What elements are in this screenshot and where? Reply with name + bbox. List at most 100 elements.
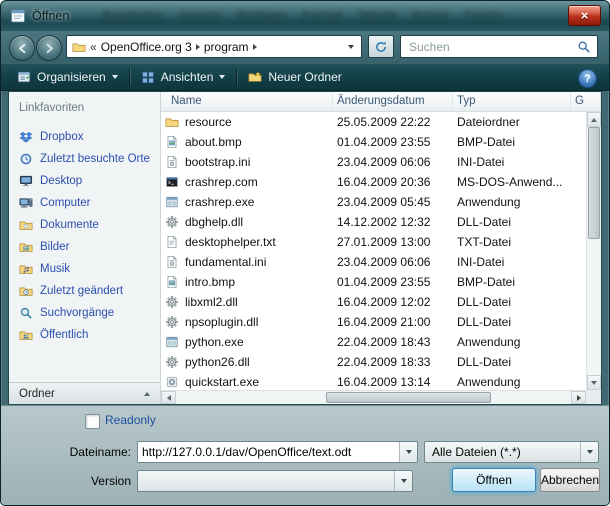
- sidebar-item[interactable]: Desktop: [9, 170, 160, 192]
- file-row[interactable]: python.exe 22.04.2009 18:43 Anwendung: [161, 332, 586, 352]
- views-icon: [141, 70, 155, 84]
- open-button[interactable]: Öffnen: [452, 468, 536, 492]
- glass-word: Extras: [413, 9, 448, 25]
- file-row[interactable]: quickstart.exe 16.04.2009 13:14 Anwendun…: [161, 372, 586, 390]
- views-button[interactable]: Ansichten: [133, 66, 234, 88]
- breadcrumb-separator-icon[interactable]: [196, 44, 200, 50]
- new-folder-button[interactable]: Neuer Ordner: [240, 66, 349, 88]
- back-button[interactable]: [9, 35, 35, 61]
- readonly-checkbox[interactable]: [85, 414, 100, 429]
- sidebar-item[interactable]: Bilder: [9, 236, 160, 258]
- file-row[interactable]: resource 25.05.2009 22:22 Dateiordner: [161, 112, 586, 132]
- breadcrumb-separator-icon[interactable]: [253, 44, 257, 50]
- filename-combobox[interactable]: [137, 441, 418, 463]
- column-header-size[interactable]: G: [571, 92, 601, 111]
- favorites-header: Linkfavoriten: [19, 102, 84, 114]
- refresh-button[interactable]: [368, 35, 394, 58]
- file-name: quickstart.exe: [185, 375, 259, 389]
- file-row[interactable]: bootstrap.ini 23.04.2009 06:06 INI-Datei: [161, 152, 586, 172]
- search-box[interactable]: [400, 35, 598, 58]
- filetype-dropdown[interactable]: Alle Dateien (*.*): [424, 441, 599, 463]
- forward-button[interactable]: [36, 35, 62, 61]
- scroll-right-button[interactable]: [571, 391, 586, 404]
- sidebar-item[interactable]: Dropbox: [9, 126, 160, 148]
- dropbox-icon: [19, 130, 33, 144]
- version-dropdown-button[interactable]: [394, 471, 412, 491]
- msdos-icon: [165, 175, 179, 189]
- file-name: about.bmp: [185, 135, 242, 149]
- filetype-dropdown-button[interactable]: [580, 442, 598, 462]
- file-type: DLL-Datei: [453, 355, 571, 369]
- sidebar-item[interactable]: Computer: [9, 192, 160, 214]
- public-icon: [19, 328, 33, 342]
- breadcrumb-item-openoffice[interactable]: OpenOffice.org 3: [101, 40, 192, 54]
- file-row[interactable]: libxml2.dll 16.04.2009 12:02 DLL-Datei: [161, 292, 586, 312]
- recent-changes-icon: [19, 284, 33, 298]
- file-type: DLL-Datei: [453, 215, 571, 229]
- scroll-left-button[interactable]: [161, 391, 176, 404]
- dll-icon: [165, 315, 179, 329]
- file-type: Anwendung: [453, 335, 571, 349]
- breadcrumb[interactable]: « OpenOffice.org 3 program: [66, 35, 362, 58]
- vertical-scrollbar[interactable]: [586, 112, 601, 390]
- breadcrumb-item-program[interactable]: program: [204, 40, 249, 54]
- new-folder-label: Neuer Ordner: [268, 70, 341, 84]
- filename-dropdown-button[interactable]: [399, 442, 417, 462]
- file-row[interactable]: npsoplugin.dll 16.04.2009 21:00 DLL-Date…: [161, 312, 586, 332]
- sidebar-item-label: Computer: [40, 197, 91, 209]
- folders-bar[interactable]: Ordner: [9, 382, 160, 404]
- sidebar-item[interactable]: Musik: [9, 258, 160, 280]
- readonly-label[interactable]: Readonly: [105, 413, 156, 427]
- search-input[interactable]: [407, 39, 577, 55]
- file-row[interactable]: crashrep.com 16.04.2009 20:36 MS-DOS-Anw…: [161, 172, 586, 192]
- filename-input[interactable]: [138, 442, 408, 462]
- folder-icon: [72, 40, 86, 54]
- chevron-down-icon: [112, 75, 118, 79]
- sidebar-item[interactable]: Öffentlich: [9, 324, 160, 346]
- txt-icon: [165, 235, 179, 249]
- file-row[interactable]: fundamental.ini 23.04.2009 06:06 INI-Dat…: [161, 252, 586, 272]
- file-row[interactable]: dbghelp.dll 14.12.2002 12:32 DLL-Datei: [161, 212, 586, 232]
- file-rows: resource 25.05.2009 22:22 Dateiordner ab…: [161, 112, 586, 390]
- folder-icon: [165, 115, 179, 129]
- search-icon[interactable]: [577, 40, 591, 54]
- column-header-type[interactable]: Typ: [453, 92, 571, 111]
- documents-icon: [19, 218, 33, 232]
- file-date: 22.04.2009 18:43: [333, 335, 453, 349]
- glass-word: Ansicht: [179, 9, 221, 25]
- file-name: crashrep.exe: [185, 195, 254, 209]
- sidebar-item[interactable]: Suchvorgänge: [9, 302, 160, 324]
- scroll-down-button[interactable]: [587, 375, 601, 390]
- horizontal-scrollbar[interactable]: [161, 390, 586, 404]
- scroll-up-button[interactable]: [587, 112, 601, 127]
- version-dropdown[interactable]: [137, 470, 413, 492]
- organize-button[interactable]: Organisieren: [9, 66, 126, 88]
- breadcrumb-history-button[interactable]: [348, 45, 354, 49]
- sidebar-item[interactable]: Zuletzt besuchte Orte: [9, 148, 160, 170]
- column-header-name[interactable]: Name: [161, 92, 333, 111]
- file-name: resource: [185, 115, 232, 129]
- titlebar: Öffnen BearbeitenAnsichtEinfügenFormatTa…: [1, 1, 609, 31]
- glass-reflection-text: BearbeitenAnsichtEinfügenFormatTabelleEx…: [103, 9, 503, 25]
- file-row[interactable]: desktophelper.txt 27.01.2009 13:00 TXT-D…: [161, 232, 586, 252]
- desktop-icon: [19, 174, 33, 188]
- close-button[interactable]: ×: [568, 5, 601, 26]
- sidebar-item[interactable]: Dokumente: [9, 214, 160, 236]
- horizontal-scroll-thumb[interactable]: [326, 392, 491, 403]
- sidebar-item-label: Desktop: [40, 175, 82, 187]
- sidebar-item[interactable]: Zuletzt geändert: [9, 280, 160, 302]
- file-row[interactable]: crashrep.exe 23.04.2009 05:45 Anwendung: [161, 192, 586, 212]
- cancel-button[interactable]: Abbrechen: [540, 468, 600, 492]
- views-label: Ansichten: [161, 70, 214, 84]
- breadcrumb-overflow-button[interactable]: «: [90, 40, 97, 54]
- column-header-date[interactable]: Änderungsdatum: [333, 92, 453, 111]
- exe-icon: [165, 335, 179, 349]
- refresh-icon: [374, 40, 388, 54]
- file-row[interactable]: intro.bmp 01.04.2009 23:55 BMP-Datei: [161, 272, 586, 292]
- vertical-scroll-thumb[interactable]: [588, 127, 600, 239]
- file-name: intro.bmp: [185, 275, 235, 289]
- file-row[interactable]: about.bmp 01.04.2009 23:55 BMP-Datei: [161, 132, 586, 152]
- file-row[interactable]: python26.dll 22.04.2009 18:33 DLL-Datei: [161, 352, 586, 372]
- help-button[interactable]: ?: [578, 69, 597, 88]
- pictures-icon: [19, 240, 33, 254]
